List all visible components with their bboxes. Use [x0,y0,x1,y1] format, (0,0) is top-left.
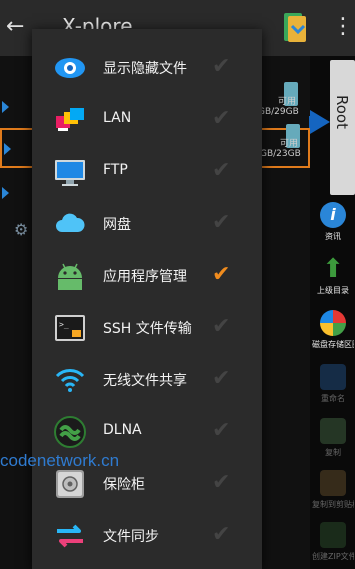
check-icon: ✔ [212,418,231,443]
menu-item-label: 无线文件共享 [103,373,187,389]
free-label: 可用 [280,139,299,149]
back-arrow-icon[interactable]: ← [6,14,24,39]
check-icon: ✔ [212,522,231,547]
menu-item-cloud[interactable]: 网盘 ✔ [32,198,262,250]
clipboard-icon [320,470,346,496]
expand-icon[interactable] [2,187,9,199]
rename-icon [320,364,346,390]
menu-item-wifi-share[interactable]: 无线文件共享 ✔ [32,354,262,406]
rail-label: 复制 [325,448,341,457]
wifi-icon [55,369,85,392]
arrow-up-icon: ⬆ [322,254,344,284]
check-icon: ✔ [212,158,231,183]
rail-storage-map-button[interactable]: 磁盘存储区图 [312,310,354,360]
rail-label: 磁盘存储区图 [312,340,354,349]
rail-copy-button[interactable]: 复制 [312,418,354,468]
lan-icon [56,108,84,131]
dlna-icon [54,416,86,448]
rail-info-button[interactable]: i 资讯 [312,202,354,252]
arrow-right-icon [310,110,330,134]
rail-rename-button[interactable]: 重命名 [312,364,354,414]
menu-item-show-hidden[interactable]: 显示隐藏文件 ✔ [32,42,262,94]
root-tab-label: Root [333,95,351,129]
expand-icon[interactable] [4,143,11,155]
check-icon: ✔ [212,210,231,235]
rail-parent-dir-button[interactable]: ⬆ 上级目录 [312,256,354,306]
eye-icon [55,58,85,78]
menu-item-file-sync[interactable]: 文件同步 ✔ [32,510,262,562]
menu-item-label: LAN [103,110,132,126]
cloud-icon [56,213,85,232]
rail-zip-button[interactable]: 创建ZIP文件 [312,522,354,569]
rail-label: 资讯 [325,232,341,241]
menu-item-label: 应用程序管理 [103,269,187,285]
rail-label: 重命名 [321,394,345,403]
menu-item-ftp[interactable]: FTP ✔ [32,146,262,198]
free-label: 可用 [278,97,297,107]
check-icon: ✔ [212,314,231,339]
svg-text:>_: >_ [59,320,69,329]
check-icon: ✔ [212,106,231,131]
sync-icon [57,524,83,548]
gear-icon[interactable]: ⚙ [14,220,28,239]
copy-icon [320,418,346,444]
menu-item-label: 网盘 [103,217,131,233]
expand-icon[interactable] [2,101,9,113]
menu-item-label: SSH 文件传输 [103,321,192,337]
check-icon: ✔ [212,54,231,79]
options-menu: 显示隐藏文件 ✔ LAN ✔ FTP ✔ 网盘 ✔ 应用程序管理 ✔ >_ SS… [32,29,262,569]
terminal-icon: >_ [55,315,85,341]
check-icon: ✔ [212,262,231,287]
vault-icon [56,470,84,498]
check-icon: ✔ [212,470,231,495]
menu-item-lan[interactable]: LAN ✔ [32,94,262,146]
ftp-monitor-icon [55,160,85,186]
watermark-text: codenetwork.cn [0,451,120,470]
menu-item-label: 文件同步 [103,529,159,545]
menu-item-ssh[interactable]: >_ SSH 文件传输 ✔ [32,302,262,354]
info-icon: i [320,202,346,228]
menu-item-app-manager[interactable]: 应用程序管理 ✔ [32,250,262,302]
rail-label: 创建ZIP文件 [312,552,354,561]
rail-label: 复制到剪贴板 [312,500,354,509]
menu-item-label: FTP [103,162,128,178]
size-label: GB/23GB [260,149,301,159]
menu-item-label: 显示隐藏文件 [103,61,187,77]
check-icon: ✔ [212,366,231,391]
android-icon [58,263,82,290]
zip-icon [320,522,346,548]
overflow-menu-icon[interactable]: ⋮ [332,14,354,39]
xplore-logo-icon [284,13,306,42]
rail-clipboard-button[interactable]: 复制到剪贴板 [312,470,354,520]
menu-item-label: 保险柜 [103,477,145,493]
pie-chart-icon [320,310,346,336]
menu-item-label: DLNA [103,422,142,438]
size-label: GB/29GB [258,107,299,117]
rail-label: 上级目录 [317,286,349,295]
